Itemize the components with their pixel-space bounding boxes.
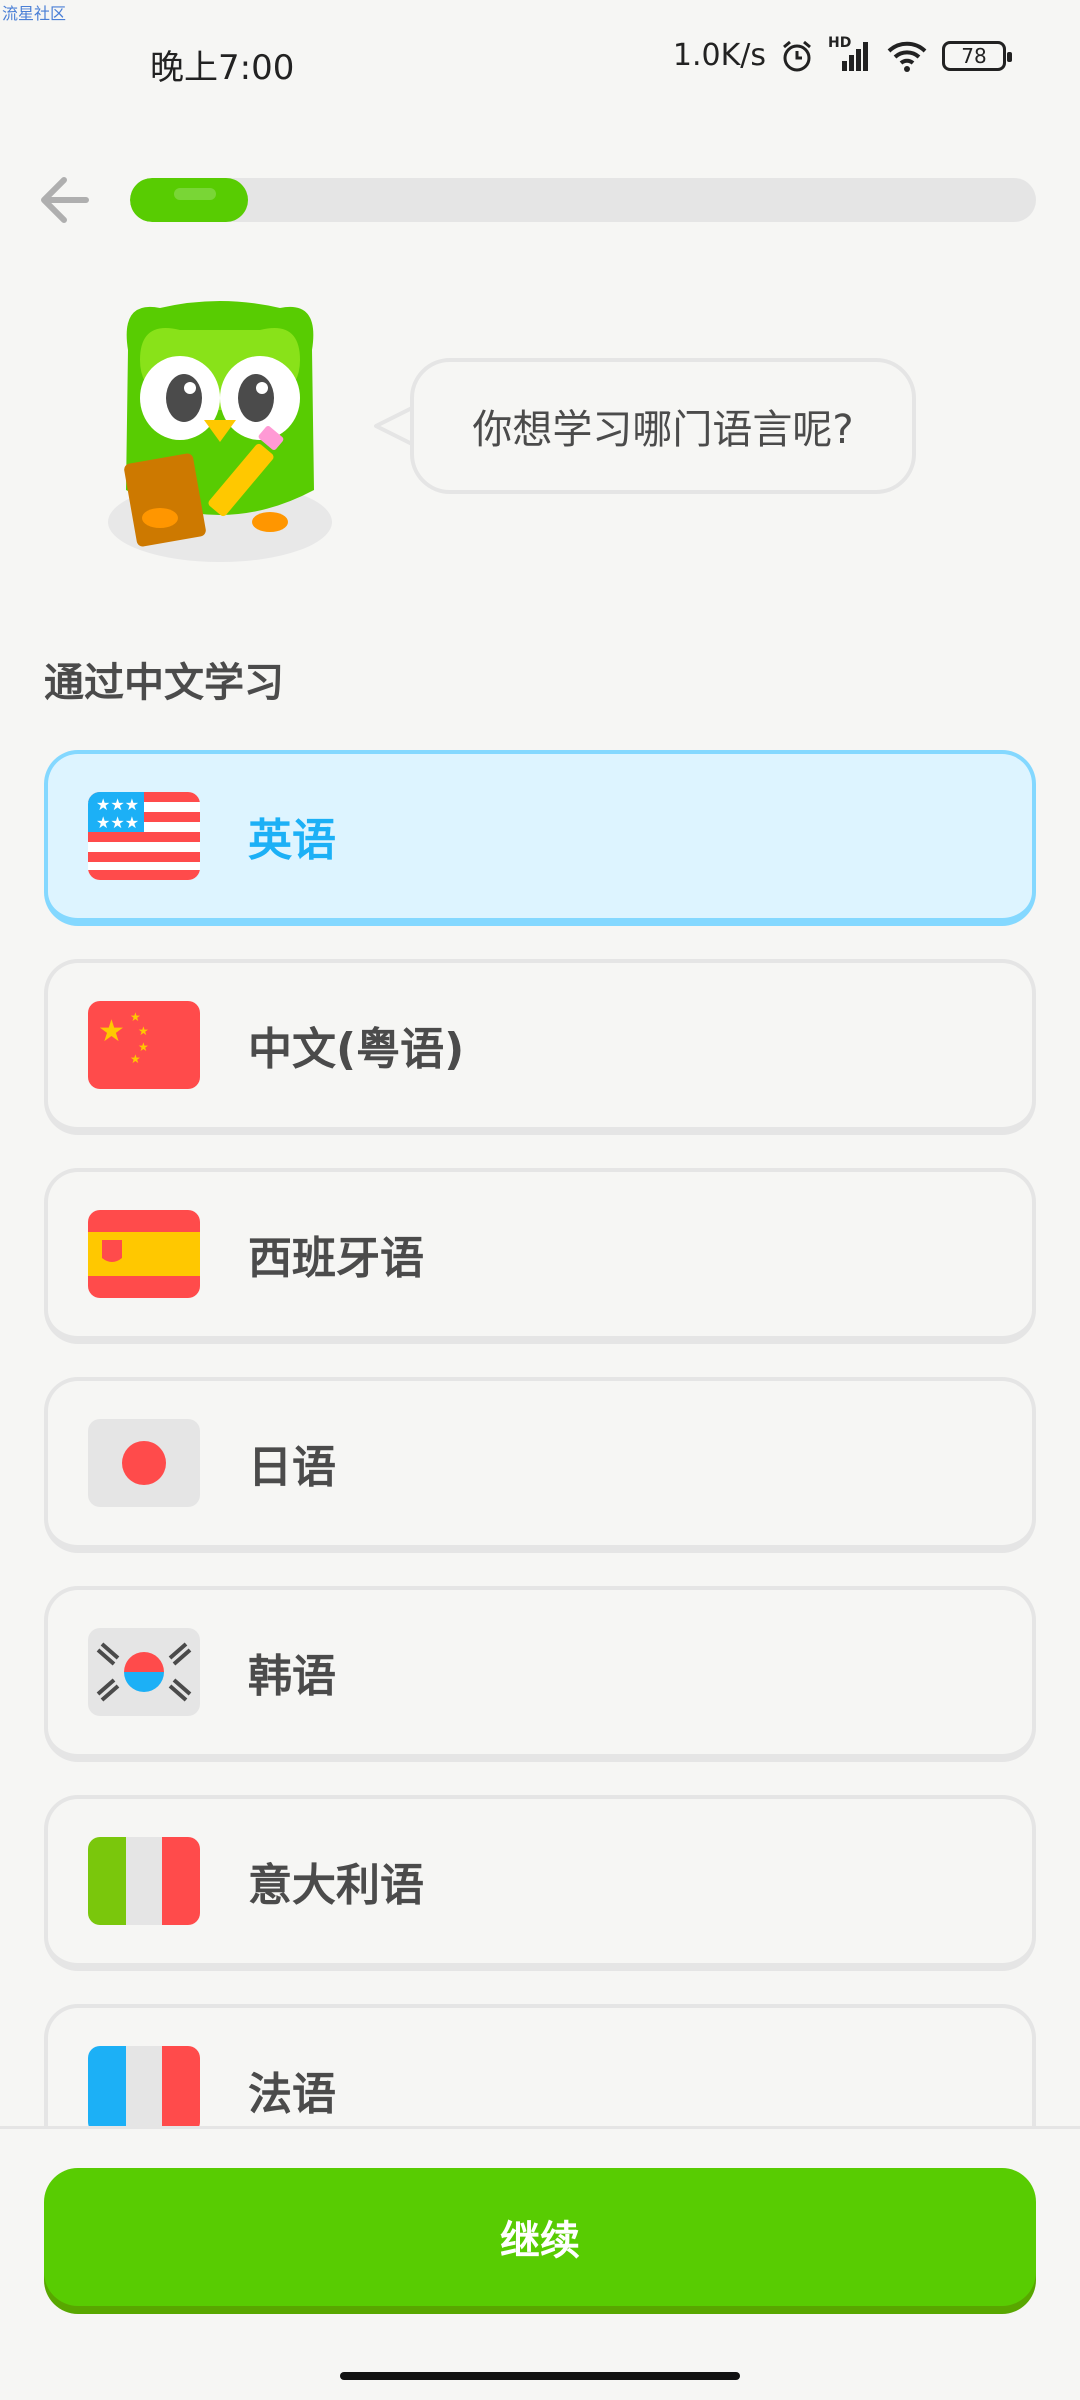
speech-bubble: 你想学习哪门语言呢?: [410, 358, 916, 494]
language-option-spanish[interactable]: 西班牙语: [44, 1168, 1036, 1344]
battery-icon: 78: [942, 40, 1012, 71]
signal-icon: HD: [828, 35, 872, 73]
option-label: 英语: [248, 815, 336, 866]
status-time: 晚上7:00: [150, 48, 295, 88]
language-list[interactable]: ★★★ ★★★ 英语 ★ ★ ★ ★ ★ 中文(粤语) 西班牙语 日语 韩语 意…: [44, 750, 1036, 2126]
france-flag-icon: [88, 2046, 200, 2126]
option-label: 西班牙语: [248, 1233, 424, 1284]
italy-flag-icon: [88, 1837, 200, 1925]
continue-button[interactable]: 继续: [44, 2168, 1036, 2306]
back-arrow-icon[interactable]: [36, 170, 96, 230]
svg-text:★: ★: [138, 1024, 149, 1038]
battery-level: 78: [961, 43, 987, 68]
owl-mascot-icon: [108, 301, 332, 562]
progress-bar: [130, 178, 1036, 222]
watermark: 流星社区: [2, 4, 67, 23]
bubble-text: 你想学习哪门语言呢?: [472, 407, 854, 453]
net-speed: 1.0K/s: [672, 38, 766, 73]
korea-flag-icon: [88, 1628, 200, 1716]
option-label: 中文(粤语): [248, 1024, 465, 1075]
home-indicator[interactable]: [340, 2372, 740, 2380]
svg-text:★★★: ★★★: [96, 795, 139, 814]
spain-flag-icon: [88, 1210, 200, 1298]
language-option-french[interactable]: 法语: [44, 2004, 1036, 2126]
svg-text:★★★: ★★★: [96, 813, 139, 832]
status-icons: 1.0K/s HD 78: [672, 35, 1012, 73]
progress-fill: [130, 178, 248, 222]
svg-text:★: ★: [130, 1052, 141, 1066]
language-option-korean[interactable]: 韩语: [44, 1586, 1036, 1762]
continue-button-label: 继续: [500, 2218, 580, 2264]
option-label: 日语: [248, 1442, 336, 1493]
language-option-cantonese[interactable]: ★ ★ ★ ★ ★ 中文(粤语): [44, 959, 1036, 1135]
wifi-icon: [887, 41, 927, 72]
china-flag-icon: ★ ★ ★ ★ ★: [88, 1001, 200, 1089]
us-flag-icon: ★★★ ★★★: [88, 792, 200, 880]
japan-flag-icon: [88, 1419, 200, 1507]
divider: [0, 2126, 1080, 2129]
option-label: 意大利语: [248, 1860, 424, 1911]
language-option-italian[interactable]: 意大利语: [44, 1795, 1036, 1971]
svg-text:★: ★: [130, 1010, 141, 1024]
option-label: 法语: [248, 2069, 336, 2120]
language-option-japanese[interactable]: 日语: [44, 1377, 1036, 1553]
section-title: 通过中文学习: [44, 660, 284, 706]
status-bar: 晚上7:00 1.0K/s HD 78: [0, 30, 1080, 90]
option-label: 韩语: [248, 1651, 336, 1702]
svg-text:★: ★: [98, 1014, 125, 1049]
language-option-english[interactable]: ★★★ ★★★ 英语: [44, 750, 1036, 926]
alarm-icon: [783, 40, 811, 71]
